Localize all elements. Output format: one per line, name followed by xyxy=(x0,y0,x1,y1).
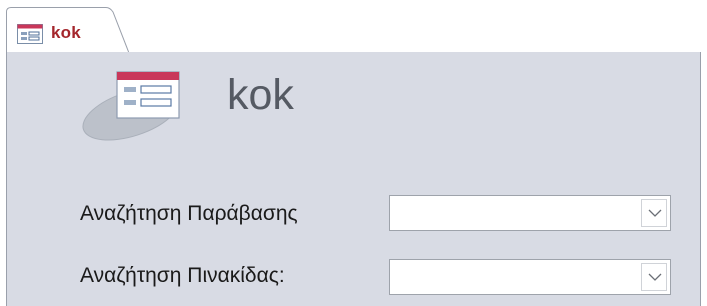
search-plate-label: Αναζήτηση Πινακίδας: xyxy=(80,264,285,287)
access-form-window: kok kok Αναζήτηση Παράβασης Αναζήτηση Πι… xyxy=(0,0,707,306)
chevron-down-icon xyxy=(648,273,662,281)
form-icon xyxy=(79,64,209,142)
dropdown-button[interactable] xyxy=(641,199,667,227)
form-title: kok xyxy=(227,71,294,119)
chevron-down-icon xyxy=(648,209,662,217)
form-body: kok Αναζήτηση Παράβασης Αναζήτηση Πινακί… xyxy=(6,52,701,306)
search-violation-label: Αναζήτηση Παράβασης xyxy=(80,202,298,225)
search-plate-combobox[interactable] xyxy=(389,259,671,295)
form-icon xyxy=(17,24,43,44)
tab-label: kok xyxy=(51,23,81,42)
document-tab[interactable]: kok xyxy=(6,7,130,53)
search-violation-combobox[interactable] xyxy=(389,195,671,231)
dropdown-button[interactable] xyxy=(641,263,667,291)
